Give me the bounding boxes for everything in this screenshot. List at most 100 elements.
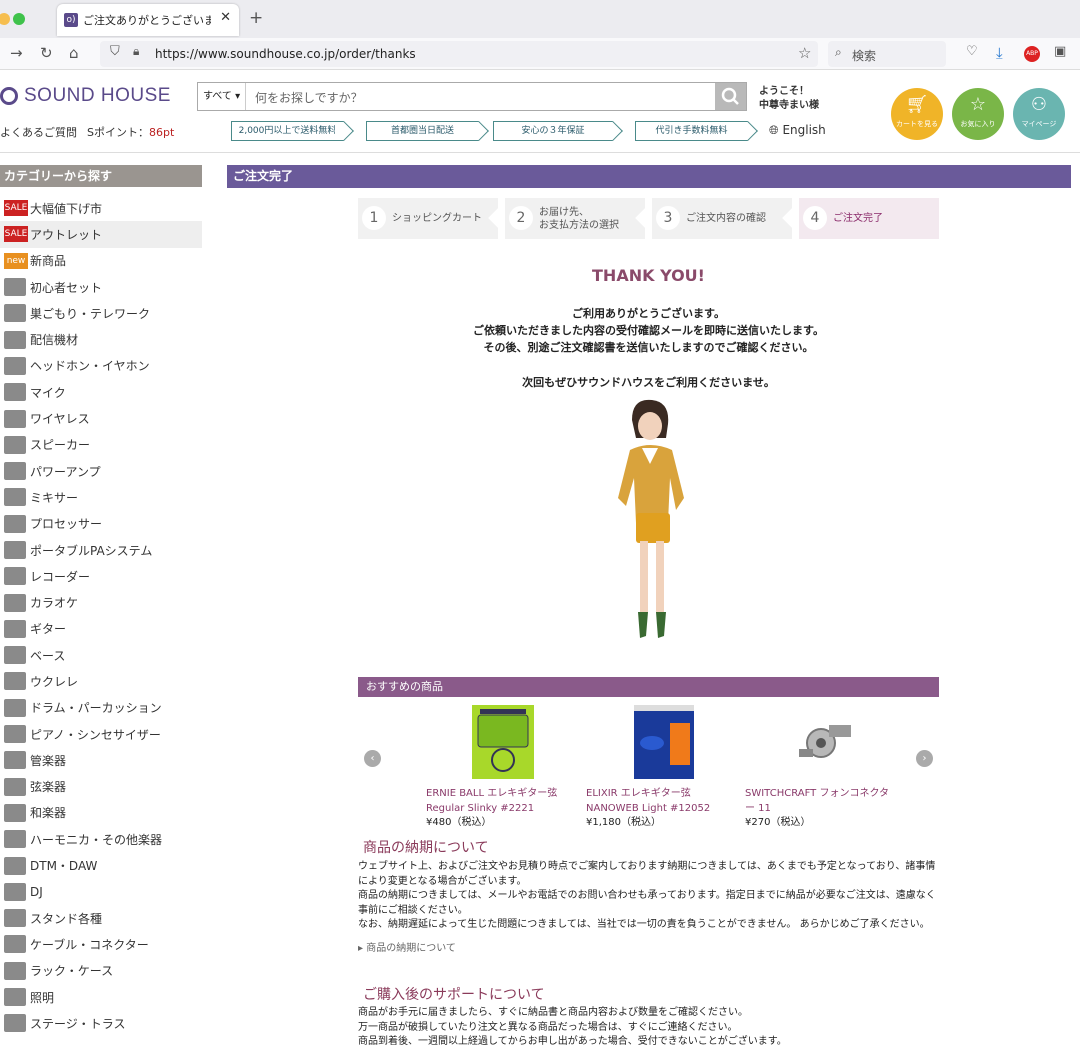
sidebar-item[interactable]: ケーブル・コネクター [0, 931, 202, 957]
sidebar-item[interactable]: SALE アウトレット [0, 221, 202, 248]
category-thumbnail-icon [4, 619, 26, 638]
sidebar-item[interactable]: ハーモニカ・その他楽器 [0, 826, 202, 852]
sidebar-item[interactable]: 照明 [0, 984, 202, 1010]
step-label: お届け先、 お支払方法の選択 [539, 198, 619, 239]
sidebar-item[interactable]: スタンド各種 [0, 905, 202, 931]
paragraph: なお、納期遅延によって生じた問題につきましては、当社では一切の責を負うことができ… [358, 919, 930, 930]
sidebar-item-label: ミキサー [30, 490, 79, 505]
browser-tab[interactable]: o) ご注文ありがとうございました ✕ [57, 4, 239, 36]
site-search-input[interactable]: 何をお探しですか？ [255, 89, 363, 106]
sidebar-item[interactable]: 管楽器 [0, 747, 202, 773]
sidebar-item[interactable]: ワイヤレス [0, 405, 202, 431]
language-label: English [782, 123, 826, 137]
sidebar-item[interactable]: ベース [0, 642, 202, 668]
category-thumbnail-icon [4, 1014, 26, 1033]
step-cart: 1 ショッピングカート [358, 198, 508, 239]
delivery-link[interactable]: ▸ 商品の納期について [358, 939, 456, 954]
sidebar-item[interactable]: 初心者セット [0, 274, 202, 300]
sidebar-item[interactable]: ピアノ・シンセサイザー [0, 721, 202, 747]
banner-same-day[interactable]: 首都圏当日配送 [366, 121, 479, 141]
product-card[interactable]: ERNIE BALL エレキギター弦 Regular Slinky #2221 … [426, 705, 576, 830]
step-label-text: お届け先、 お支払方法の選択 [539, 206, 619, 231]
browser-search-bar[interactable]: ⌕ 検索 [828, 41, 946, 67]
sidebar-item[interactable]: ギター [0, 616, 202, 642]
home-icon[interactable]: ⌂ [69, 44, 79, 62]
sidebar-item[interactable]: DJ [0, 879, 202, 905]
category-thumbnail-icon [4, 567, 26, 586]
url-bar[interactable]: ⛉ 🔒︎ https://www.soundhouse.co.jp/order/… [100, 41, 818, 67]
browser-search-placeholder: 検索 [852, 49, 877, 63]
search-category-select[interactable]: すべて ▾ [198, 83, 246, 110]
sidebar-item-label: ラック・ケース [30, 964, 114, 979]
site-search-button[interactable] [715, 83, 746, 110]
category-thumbnail-icon [4, 383, 26, 402]
banner-cod-free[interactable]: 代引き手数料無料 [635, 121, 748, 141]
sidebar-item[interactable]: ヘッドホン・イヤホン [0, 353, 202, 379]
sidebar-item[interactable]: SALE 大幅値下げ市 [0, 195, 202, 221]
window-zoom-button[interactable] [13, 13, 25, 25]
sidebar-item[interactable]: プロセッサー [0, 511, 202, 537]
banner-warranty[interactable]: 安心の３年保証 [493, 121, 613, 141]
adblock-icon[interactable]: ABP [1024, 46, 1040, 62]
category-thumbnail-icon [4, 409, 26, 428]
product-card[interactable]: ELIXIR エレキギター弦 NANOWEB Light #12052 ¥1,1… [586, 705, 736, 830]
tab-close-icon[interactable]: ✕ [220, 10, 231, 25]
sidebar-item[interactable]: ステージ・トラス [0, 1010, 202, 1036]
sidebar-item-label: ピアノ・シンセサイザー [30, 727, 161, 742]
sidebar-item[interactable]: マイク [0, 379, 202, 405]
category-thumbnail-icon [4, 777, 26, 796]
new-tab-plus-icon[interactable]: + [249, 8, 263, 28]
favorites-button[interactable]: ☆ お気に入り [952, 88, 1004, 140]
reload-icon[interactable]: ↻ [40, 44, 53, 62]
cart-button[interactable]: 🛒︎ カートを見る [891, 88, 943, 140]
product-image [799, 725, 851, 758]
sidebar-item[interactable]: ミキサー [0, 484, 202, 510]
sidebar-item[interactable]: DTM・DAW [0, 852, 202, 878]
category-thumbnail-icon [4, 330, 26, 349]
header-divider [0, 152, 1080, 153]
category-thumbnail-icon [4, 830, 26, 849]
product-card[interactable]: SWITCHCRAFT フォンコネクター 11 ¥270（税込） [745, 705, 895, 830]
sidebar-item[interactable]: ラック・ケース [0, 958, 202, 984]
mypage-button[interactable]: ⚇ マイページ [1013, 88, 1065, 140]
sidebar-item[interactable]: スピーカー [0, 432, 202, 458]
sidebar-item-label: ベース [30, 648, 66, 663]
forward-arrow-icon[interactable]: → [10, 44, 23, 62]
sidebar-item[interactable]: カラオケ [0, 589, 202, 615]
sidebar-item[interactable]: レコーダー [0, 563, 202, 589]
sidebar-item[interactable]: 弦楽器 [0, 774, 202, 800]
delivery-text: ウェブサイト上、およびご注文やお見積り時点でご案内しております納期につきましては… [358, 860, 942, 933]
faq-link[interactable]: よくあるご質問 [0, 124, 77, 140]
paragraph: ウェブサイト上、およびご注文やお見積り時点でご案内しております納期につきましては… [358, 861, 936, 887]
sidebar-item[interactable]: new 新商品 [0, 248, 202, 274]
lock-icon[interactable]: 🔒︎ [133, 44, 139, 59]
product-image [472, 705, 534, 779]
shield-icon[interactable]: ⛉ [110, 44, 120, 59]
carousel-next-icon[interactable]: › [916, 750, 933, 767]
sidebar-item-label: スピーカー [30, 438, 91, 453]
carousel-prev-icon[interactable]: ‹ [364, 750, 381, 767]
site-logo[interactable]: SOUND HOUSE [0, 84, 171, 108]
site-favicon-icon: o) [64, 13, 78, 27]
step-label: ご注文完了 [833, 213, 883, 224]
sidebar-item[interactable]: 巣ごもり・テレワーク [0, 300, 202, 326]
pocket-icon[interactable]: ♡ [966, 44, 978, 59]
bookmark-star-icon[interactable]: ☆ [798, 44, 811, 62]
paragraph: 商品到着後、一週間以上経過してからお申し出があった場合、受付できないことがござい… [358, 1036, 787, 1047]
come-again-message: 次回もぜひサウンドハウスをご利用くださいませ。 [522, 376, 775, 389]
sidebar-item[interactable]: パワーアンプ [0, 458, 202, 484]
sidebar-item[interactable]: 和楽器 [0, 800, 202, 826]
sidebar-item[interactable]: ポータブルPAシステム [0, 537, 202, 563]
sidebar-item[interactable]: ウクレレ [0, 668, 202, 694]
product-price: ¥270（税込） [745, 817, 811, 828]
sale-badge: SALE [4, 226, 28, 243]
sidebar-item[interactable]: ドラム・パーカッション [0, 695, 202, 721]
language-switch[interactable]: 🌐︎ English [769, 123, 826, 138]
screenshot-camera-icon[interactable]: ▣ [1054, 44, 1066, 59]
sidebar-item[interactable]: 配信機材 [0, 326, 202, 352]
window-minimize-button[interactable] [0, 13, 10, 25]
download-icon[interactable]: ⤓ [996, 44, 1003, 62]
step-confirm: 3 ご注文内容の確認 [652, 198, 802, 239]
banner-free-shipping[interactable]: 2,000円以上で送料無料 [231, 121, 344, 141]
points-label: Sポイント： [87, 126, 149, 139]
